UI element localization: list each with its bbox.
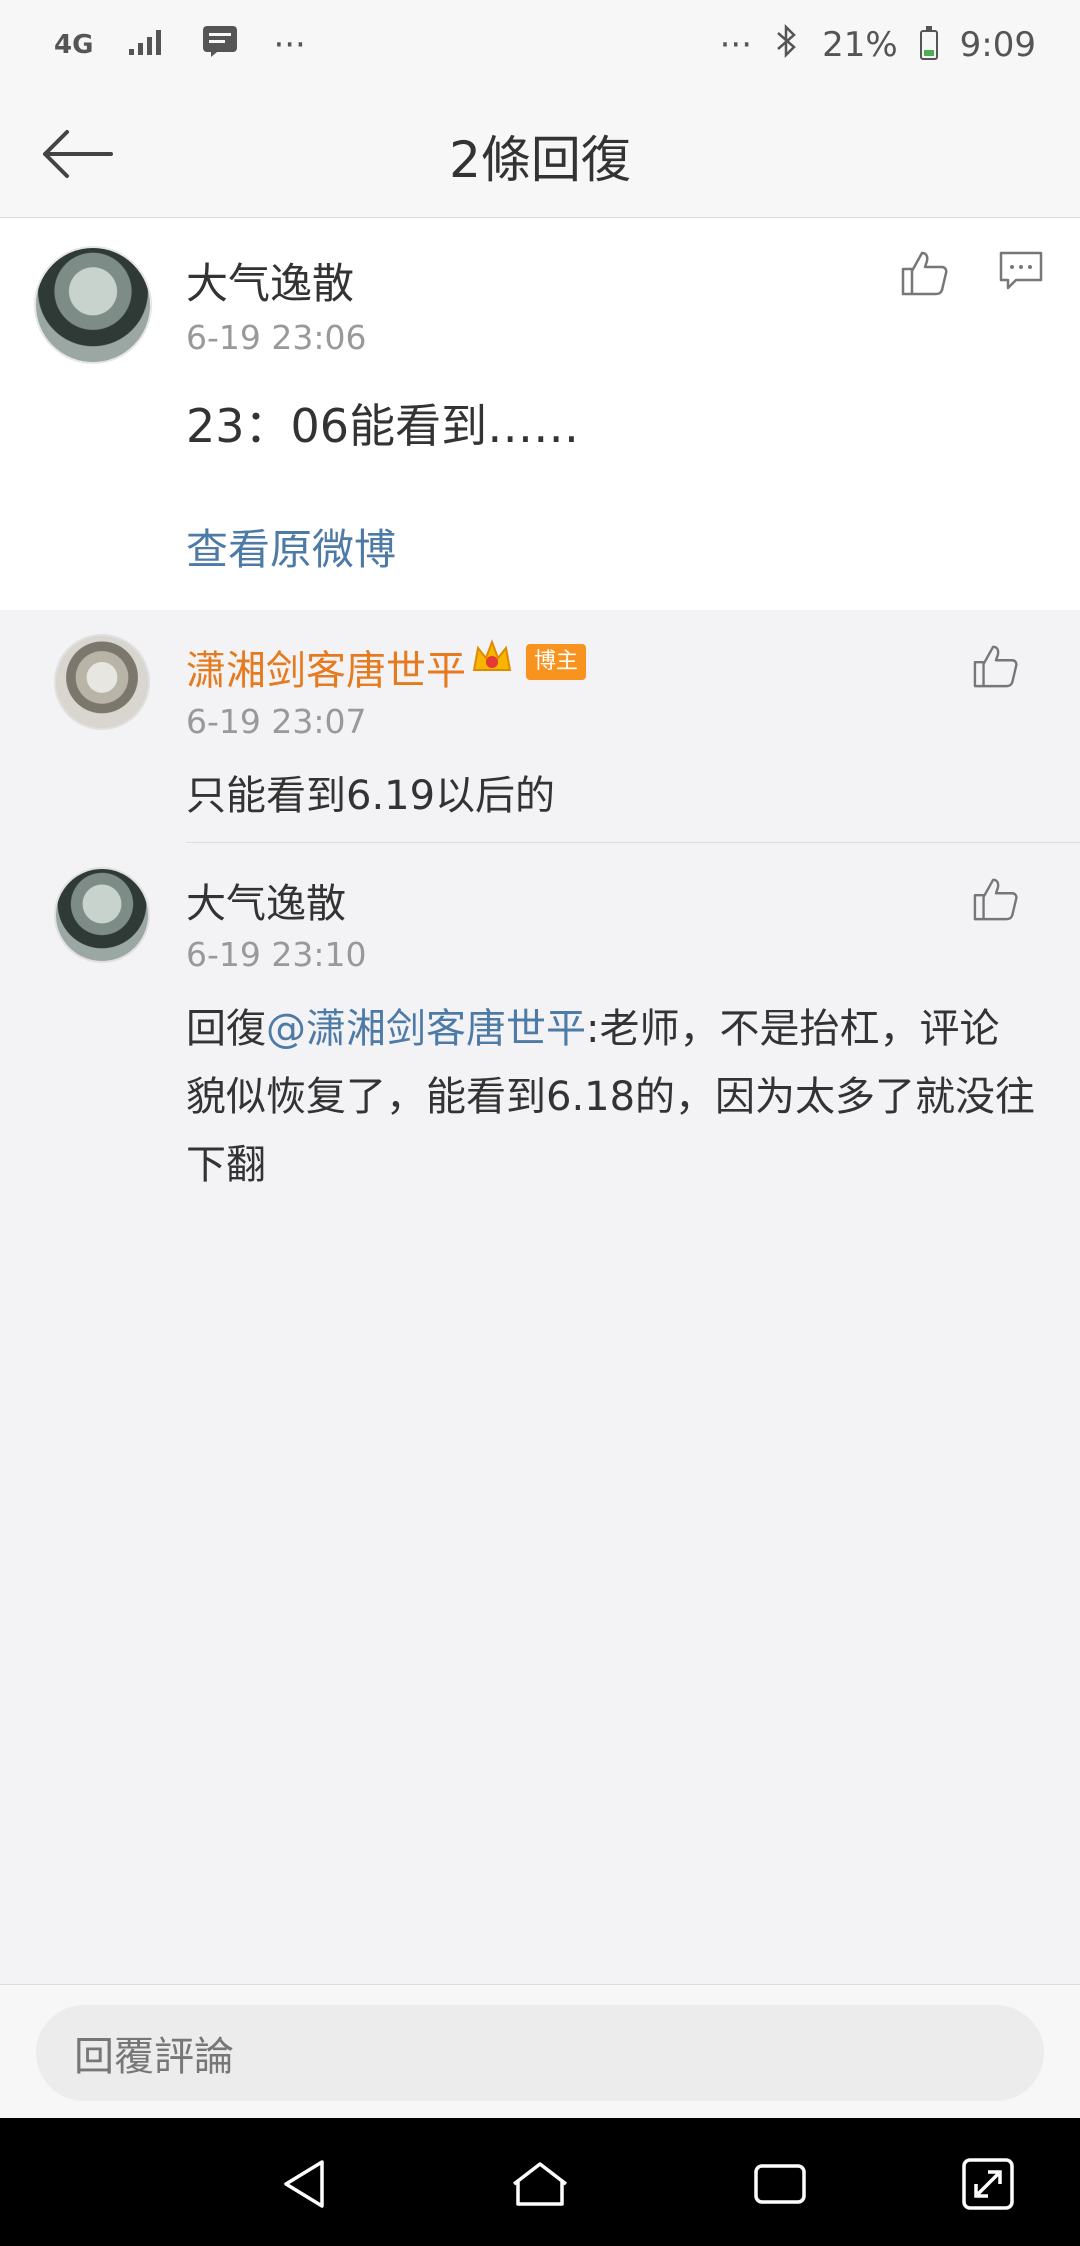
- thumbs-up-icon: [901, 251, 948, 296]
- list-item: 大气逸散 6-19 23:10 回復@潇湘剑客唐世平:老师，不是抬杠，评论貌似恢…: [54, 842, 1080, 1222]
- comment-text: 只能看到6.19以后的: [186, 773, 556, 819]
- nav-home-button[interactable]: [502, 2146, 578, 2222]
- comment-icon: [999, 251, 1043, 290]
- reply-prefix: 回復: [186, 1006, 266, 1052]
- comment-text: 23：06能看到……: [186, 399, 580, 453]
- page-title: 2條回復: [449, 131, 631, 189]
- user-name[interactable]: 潇湘剑客唐世平: [186, 638, 466, 696]
- battery-icon: [919, 26, 938, 60]
- nav-recents-button[interactable]: [742, 2146, 818, 2222]
- title-bar: 2條回復: [0, 90, 1080, 218]
- signal-bars-icon: [127, 25, 167, 66]
- nav-expand-button[interactable]: [950, 2146, 1026, 2222]
- avatar[interactable]: [54, 867, 150, 963]
- timestamp: 6-19 23:10: [186, 935, 367, 974]
- avatar[interactable]: [34, 246, 152, 364]
- user-name[interactable]: 大气逸散: [186, 871, 346, 929]
- reply-input[interactable]: 回覆評論: [36, 2005, 1044, 2101]
- clock: 9:09: [959, 25, 1036, 65]
- timestamp: 6-19 23:06: [186, 318, 367, 357]
- reply-input-bar: 回覆評論: [0, 1984, 1080, 2118]
- network-type: 4G: [54, 30, 94, 60]
- home-icon: [512, 2162, 568, 2206]
- like-button[interactable]: [896, 244, 954, 302]
- battery-percent: 21%: [822, 25, 898, 65]
- avatar[interactable]: [54, 634, 150, 730]
- screen: 4G ··· ··· 21% 9:09 2條回復 大气逸散 6-19 23:06…: [0, 0, 1080, 2246]
- nav-back-button[interactable]: [268, 2146, 344, 2222]
- like-button[interactable]: [968, 638, 1024, 694]
- comment-text: 回復@潇湘剑客唐世平:老师，不是抬杠，评论貌似恢复了，能看到6.18的，因为太多…: [186, 995, 1036, 1199]
- mention-link[interactable]: @潇湘剑客唐世平: [266, 1006, 586, 1052]
- expand-icon: [962, 2158, 1014, 2210]
- view-original-link[interactable]: 查看原微博: [186, 516, 396, 577]
- message-icon: [201, 24, 239, 67]
- list-item: 潇湘剑客唐世平 博主 6-19 23:07 只能看到6.19以后的: [0, 610, 1080, 842]
- user-name[interactable]: 大气逸散: [186, 250, 354, 311]
- timestamp: 6-19 23:07: [186, 702, 367, 741]
- recents-icon: [754, 2164, 806, 2204]
- crown-icon: [470, 636, 514, 680]
- triangle-back-icon: [284, 2160, 324, 2208]
- more-notifications: ···: [273, 25, 306, 65]
- bluetooth-icon: [774, 23, 800, 68]
- status-bar: 4G ··· ··· 21% 9:09: [0, 0, 1080, 90]
- thumbs-up-icon: [973, 645, 1018, 688]
- thumbs-up-icon: [973, 878, 1018, 921]
- more-status-icons: ···: [719, 25, 753, 65]
- like-button[interactable]: [968, 871, 1024, 927]
- reply-button[interactable]: [996, 246, 1046, 296]
- replies-list: 潇湘剑客唐世平 博主 6-19 23:07 只能看到6.19以后的 大气逸散 6…: [0, 610, 1080, 1984]
- system-nav-bar: [0, 2118, 1080, 2246]
- main-comment: 大气逸散 6-19 23:06 23：06能看到…… 查看原微博: [0, 218, 1080, 610]
- blogger-badge: 博主: [526, 644, 587, 680]
